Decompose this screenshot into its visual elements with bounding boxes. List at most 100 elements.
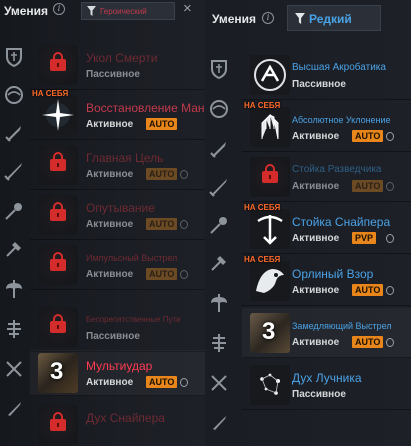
filter-icon <box>295 13 305 24</box>
toggle-indicator[interactable] <box>386 234 394 243</box>
circle-swirl-icon[interactable] <box>3 84 25 106</box>
auto-badge: AUTO <box>146 268 178 280</box>
shield-dagger-icon[interactable] <box>3 46 25 68</box>
axe-stack-icon[interactable] <box>3 318 25 340</box>
skill-icon <box>250 261 290 301</box>
sword-icon[interactable] <box>208 138 230 160</box>
category-sidebar <box>205 40 235 446</box>
equipped-label: НА СЕБЯ <box>244 203 281 212</box>
lock-icon <box>50 152 66 171</box>
grade-filter-dropdown[interactable]: Героический <box>81 2 175 20</box>
toggle-indicator[interactable] <box>180 270 188 279</box>
lock-icon <box>50 202 66 221</box>
skill-type: Активное <box>292 131 340 142</box>
skill-type: Активное <box>292 337 340 348</box>
toggle-indicator[interactable] <box>180 170 188 179</box>
skill-icon <box>38 195 78 235</box>
close-icon[interactable]: × <box>183 1 192 17</box>
skill-type: Пассивное <box>86 331 140 342</box>
list-item[interactable]: Высшая Акробатика Пассивное <box>242 50 411 100</box>
flail-icon[interactable] <box>208 214 230 236</box>
slow-shot-icon: 3 <box>250 313 290 353</box>
equipped-label: НА СЕБЯ <box>32 89 69 98</box>
lock-icon <box>262 164 278 183</box>
skill-type: Пассивное <box>292 79 346 90</box>
list-item[interactable]: Дух Снайпера <box>30 400 205 446</box>
lock-icon <box>50 252 66 271</box>
list-item[interactable]: НА СЕБЯ Стойка Снайпера Активное PVP <box>242 203 411 254</box>
skill-list: Высшая Акробатика Пассивное НА СЕБЯ Абсо… <box>242 50 411 446</box>
toggle-indicator[interactable] <box>386 286 394 295</box>
skill-name: Замедляющий Выстрел <box>292 321 392 331</box>
auto-badge: AUTO <box>352 284 384 296</box>
skill-name: Главная Цель <box>86 151 164 165</box>
info-icon[interactable]: i <box>262 12 274 24</box>
greatsword-icon[interactable] <box>3 160 25 182</box>
list-item[interactable]: Главная Цель Активное AUTO <box>30 140 205 190</box>
toggle-indicator[interactable] <box>180 378 188 387</box>
skill-type: Пассивное <box>292 389 346 400</box>
sword-icon[interactable] <box>3 122 25 144</box>
skill-type: Активное <box>292 285 340 296</box>
list-item[interactable]: НА СЕБЯ Орлиный Взор Активное AUTO <box>242 255 411 306</box>
toggle-indicator[interactable] <box>386 132 394 141</box>
filter-icon <box>87 6 96 16</box>
axe-stack-icon[interactable] <box>208 332 230 354</box>
panel-title: Умения <box>212 12 257 26</box>
evasion-hand-icon <box>261 113 279 140</box>
mace-icon[interactable] <box>208 252 230 274</box>
lock-icon <box>50 52 66 71</box>
toggle-indicator[interactable] <box>386 182 394 191</box>
list-item[interactable]: 3 Мультиудар Активное AUTO <box>30 350 205 396</box>
shield-dagger-icon[interactable] <box>208 58 230 80</box>
rare-skills-panel: Умения i Редкий Высшая Акробатика Пассив… <box>205 0 411 446</box>
skill-icon <box>250 209 290 249</box>
skill-type: Активное <box>86 169 134 180</box>
double-axe-icon[interactable] <box>208 292 230 314</box>
list-item[interactable]: Импульсный Выстрел Активное AUTO <box>30 240 205 290</box>
grade-filter-dropdown[interactable]: Редкий <box>287 5 381 31</box>
skill-name: Дух Снайпера <box>86 411 165 425</box>
dagger-icon[interactable] <box>3 398 25 420</box>
skill-type: Активное <box>86 269 134 280</box>
circle-swirl-icon[interactable] <box>208 98 230 120</box>
greatsword-icon[interactable] <box>208 176 230 198</box>
info-icon[interactable]: i <box>53 3 65 15</box>
equipped-label: НА СЕБЯ <box>244 101 281 110</box>
panel-header: Умения i Редкий <box>205 0 411 38</box>
skill-icon <box>38 245 78 285</box>
mace-icon[interactable] <box>3 238 25 260</box>
list-item[interactable]: НА СЕБЯ Восстановление Маны Активное AUT… <box>30 89 205 140</box>
skill-icon <box>250 55 290 95</box>
panel-header: Умения i Героический × <box>0 0 205 38</box>
skill-icon <box>38 405 78 445</box>
auto-badge: AUTO <box>352 180 384 192</box>
skill-name: Дух Лучника <box>292 371 362 385</box>
skill-icon <box>38 95 78 135</box>
auto-badge: AUTO <box>146 376 178 388</box>
list-item[interactable]: НА СЕБЯ Абсолютное Уклонение Активное AU… <box>242 101 411 152</box>
dagger-icon[interactable] <box>208 412 230 434</box>
list-item[interactable]: 3 Замедляющий Выстрел Активное AUTO <box>242 308 411 358</box>
archer-spirit-icon <box>260 373 280 395</box>
double-axe-icon[interactable] <box>3 278 25 300</box>
list-item[interactable]: Укол Смерти Пассивное <box>30 40 205 90</box>
list-item[interactable]: Беспрепятственные Пути Пассивное <box>30 302 205 352</box>
crossbow-icon[interactable] <box>3 358 25 380</box>
toggle-indicator[interactable] <box>180 220 188 229</box>
skill-list: Укол Смерти Пассивное НА СЕБЯ Восстановл… <box>30 40 205 446</box>
category-sidebar <box>0 40 30 446</box>
heroic-skills-panel: Умения i Героический × Укол Смерти Пасси… <box>0 0 205 446</box>
auto-badge: AUTO <box>146 218 178 230</box>
skill-type: Активное <box>86 377 134 388</box>
flail-icon[interactable] <box>3 200 25 222</box>
sniper-bow-icon <box>257 215 283 245</box>
toggle-indicator[interactable] <box>386 338 394 347</box>
list-item[interactable]: Опутывание Активное AUTO <box>30 190 205 240</box>
list-item[interactable]: Стойка Разведчика Активное AUTO <box>242 152 411 202</box>
crossbow-icon[interactable] <box>208 372 230 394</box>
skill-name: Беспрепятственные Пути <box>86 315 181 324</box>
list-item[interactable]: Дух Лучника Пассивное <box>242 360 411 410</box>
pvp-badge: PVP <box>352 232 377 244</box>
skill-name: Опутывание <box>86 201 155 215</box>
